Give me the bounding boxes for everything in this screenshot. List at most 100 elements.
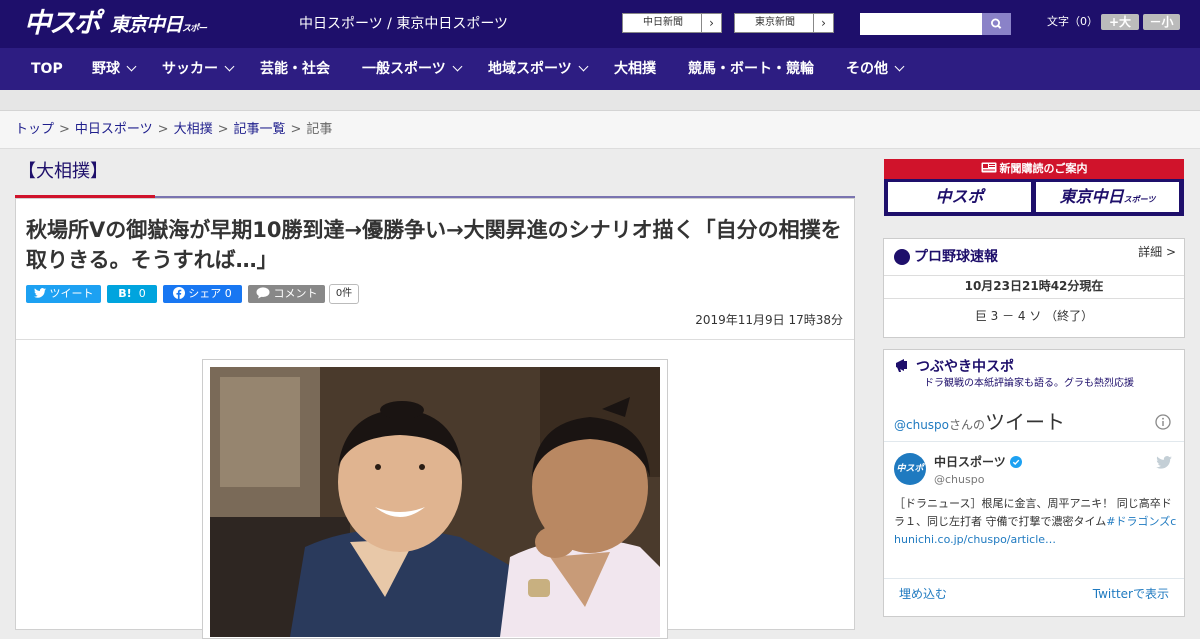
breadcrumb-link-sumo[interactable]: 大相撲: [174, 122, 213, 137]
baseball-score-title: プロ野球速報: [914, 249, 998, 265]
breadcrumb-link-article-list[interactable]: 記事一覧: [234, 122, 286, 137]
category-title: 【大相撲】: [18, 161, 108, 182]
chevron-right-icon: ›: [701, 14, 721, 32]
tsubuyaki-subtitle: ドラ観戦の本紙評論家も語る。グラも熱烈応援: [924, 378, 1134, 389]
font-size-label: 文字（0）: [1047, 15, 1098, 28]
search-input[interactable]: [860, 13, 982, 35]
hatena-icon: B!: [118, 287, 132, 300]
breadcrumb-separator: >: [59, 122, 70, 137]
chevron-right-icon: ›: [813, 14, 833, 32]
divider: [884, 578, 1184, 579]
megaphone-icon: [896, 359, 907, 372]
main-nav: TOP 野球 サッカー 芸能・社会 一般スポーツ 地域スポーツ 大相撲 競馬・ボ…: [0, 48, 1200, 90]
embed-link[interactable]: 埋め込む: [899, 586, 947, 602]
verified-badge-icon: [1009, 456, 1022, 468]
tokyo-chunichi-subscribe-link[interactable]: 東京中日スポーツ: [1036, 182, 1179, 212]
divider: [884, 441, 1184, 442]
tokyo-shimbun-button[interactable]: 東京新聞 ›: [734, 13, 834, 33]
nav-item-soccer[interactable]: サッカー: [162, 48, 235, 90]
twitter-bird-icon[interactable]: [1156, 456, 1172, 469]
nav-label: サッカー: [162, 61, 218, 77]
newspaper-icon: [981, 162, 996, 173]
tsubuyaki-box: つぶやき中スポ ドラ観戦の本紙評論家も語る。グラも熱烈応援 @chuspoさんの…: [883, 349, 1185, 617]
nav-item-general-sports[interactable]: 一般スポーツ: [362, 48, 463, 90]
chevron-down-icon: [126, 61, 137, 72]
nav-label: 野球: [92, 61, 120, 77]
nav-label: 芸能・社会: [260, 61, 330, 77]
baseball-score-box: プロ野球速報 詳細 > 10月23日21時42分現在 巨 3 － 4 ソ （終了…: [883, 238, 1185, 338]
article-date: 2019年11月9日 17時38分: [695, 313, 843, 327]
nav-item-baseball[interactable]: 野球: [92, 48, 137, 90]
article-headline: 秋場所Vの御嶽海が早期10勝到達→優勝争い→大関昇進のシナリオ描く「自分の相撲を…: [26, 218, 842, 272]
hatena-count: 0: [138, 287, 146, 300]
hatena-bookmark-button[interactable]: B! 0: [107, 285, 157, 303]
nav-label: 一般スポーツ: [362, 61, 446, 77]
sumo-wrestlers-photo: [210, 367, 660, 637]
chevron-down-icon: [578, 61, 589, 72]
nav-label: TOP: [31, 61, 63, 77]
twitter-icon: [33, 288, 46, 298]
top-header: 中スポ 東京中日スポーツ 中日スポーツ / 東京中日スポーツ 中日新聞 › 東京…: [0, 0, 1200, 64]
baseball-detail-link[interactable]: 詳細 >: [1138, 244, 1176, 260]
baseball-icon: [894, 249, 910, 265]
baseball-score[interactable]: 巨 3 － 4 ソ （終了）: [884, 307, 1184, 325]
font-decrease-button[interactable]: －小: [1143, 14, 1180, 30]
comment-button[interactable]: コメント: [248, 285, 325, 303]
nav-item-sumo[interactable]: 大相撲: [614, 48, 656, 90]
nav-item-other[interactable]: その他: [846, 48, 905, 90]
tokyo-chunichi-subscribe-small: スポーツ: [1123, 195, 1156, 204]
chuspo-logo[interactable]: 中スポ: [24, 8, 102, 40]
chunichi-shimbun-label: 中日新聞: [643, 17, 683, 28]
breadcrumb-separator: >: [290, 122, 302, 137]
avatar[interactable]: 中スポ: [894, 453, 926, 485]
twitter-timeline-header: @chuspoさんのツイート: [894, 410, 1065, 437]
subscription-banner[interactable]: 新聞購読のご案内 中スポ 東京中日スポーツ: [884, 159, 1184, 216]
tweet-text: ［ドラニュース］根尾に金言、周平アニキ！ 同じ高卒ドラ１、同じ左打者 守備で打撃…: [894, 495, 1177, 549]
comment-label: コメント: [273, 287, 318, 300]
article-photo[interactable]: [210, 367, 660, 637]
chevron-down-icon: [224, 61, 235, 72]
facebook-share-button[interactable]: シェア 0: [163, 285, 242, 303]
tokyo-chunichi-subscribe-main: 東京中日: [1059, 187, 1124, 206]
nav-item-entertainment[interactable]: 芸能・社会: [260, 48, 330, 90]
tweet-account-name-text: 中日スポーツ: [934, 455, 1006, 469]
tweet-button[interactable]: ツイート: [26, 285, 101, 303]
speech-bubble-icon: [256, 287, 269, 299]
breadcrumb-link-top[interactable]: トップ: [15, 122, 54, 137]
twitter-timeline-heading: ツイート: [985, 410, 1066, 434]
nav-label: その他: [846, 61, 888, 77]
nav-item-top[interactable]: TOP: [31, 48, 63, 90]
twitter-handle-link[interactable]: @chuspo: [894, 418, 949, 432]
facebook-count: 0: [224, 287, 232, 300]
tokyo-logo-main: 東京中日: [110, 14, 183, 36]
chevron-down-icon: [894, 61, 905, 72]
nav-item-local-sports[interactable]: 地域スポーツ: [488, 48, 589, 90]
divider: [16, 339, 854, 340]
twitter-handle-suffix: さんの: [949, 418, 986, 432]
tokyo-chunichi-logo[interactable]: 東京中日スポーツ: [110, 12, 210, 64]
facebook-label: シェア: [188, 287, 222, 300]
breadcrumb-separator: >: [157, 122, 169, 137]
nav-item-keiba[interactable]: 競馬・ボート・競輪: [688, 48, 814, 90]
breadcrumb-link-chuspo[interactable]: 中日スポーツ: [75, 122, 153, 137]
nav-label: 競馬・ボート・競輪: [688, 61, 814, 77]
view-on-twitter-link[interactable]: Twitterで表示: [1093, 586, 1169, 602]
subscription-banner-title: 新聞購読のご案内: [884, 159, 1184, 179]
tsubuyaki-title: つぶやき中スポ: [916, 359, 1014, 375]
search-button[interactable]: [982, 13, 1011, 35]
font-increase-button[interactable]: +大: [1101, 14, 1139, 30]
baseball-updated-time: 10月23日21時42分現在: [964, 279, 1104, 293]
divider: [884, 275, 1184, 276]
breadcrumb: トップ > 中日スポーツ > 大相撲 > 記事一覧 > 記事: [0, 111, 1200, 149]
chuspo-subscribe-link[interactable]: 中スポ: [888, 182, 1031, 212]
ad-strip: [0, 90, 1200, 111]
info-icon[interactable]: [1155, 414, 1171, 430]
tweet-account-handle[interactable]: @chuspo: [934, 472, 984, 488]
tweet-account-name[interactable]: 中日スポーツ: [934, 454, 1022, 470]
tweet-hashtag-link[interactable]: #ドラゴンズ: [1106, 515, 1170, 528]
divider: [884, 298, 1184, 299]
chunichi-shimbun-button[interactable]: 中日新聞 ›: [622, 13, 722, 33]
nav-label: 大相撲: [614, 61, 656, 77]
breadcrumb-current: 記事: [306, 122, 333, 137]
facebook-icon: [173, 287, 186, 299]
